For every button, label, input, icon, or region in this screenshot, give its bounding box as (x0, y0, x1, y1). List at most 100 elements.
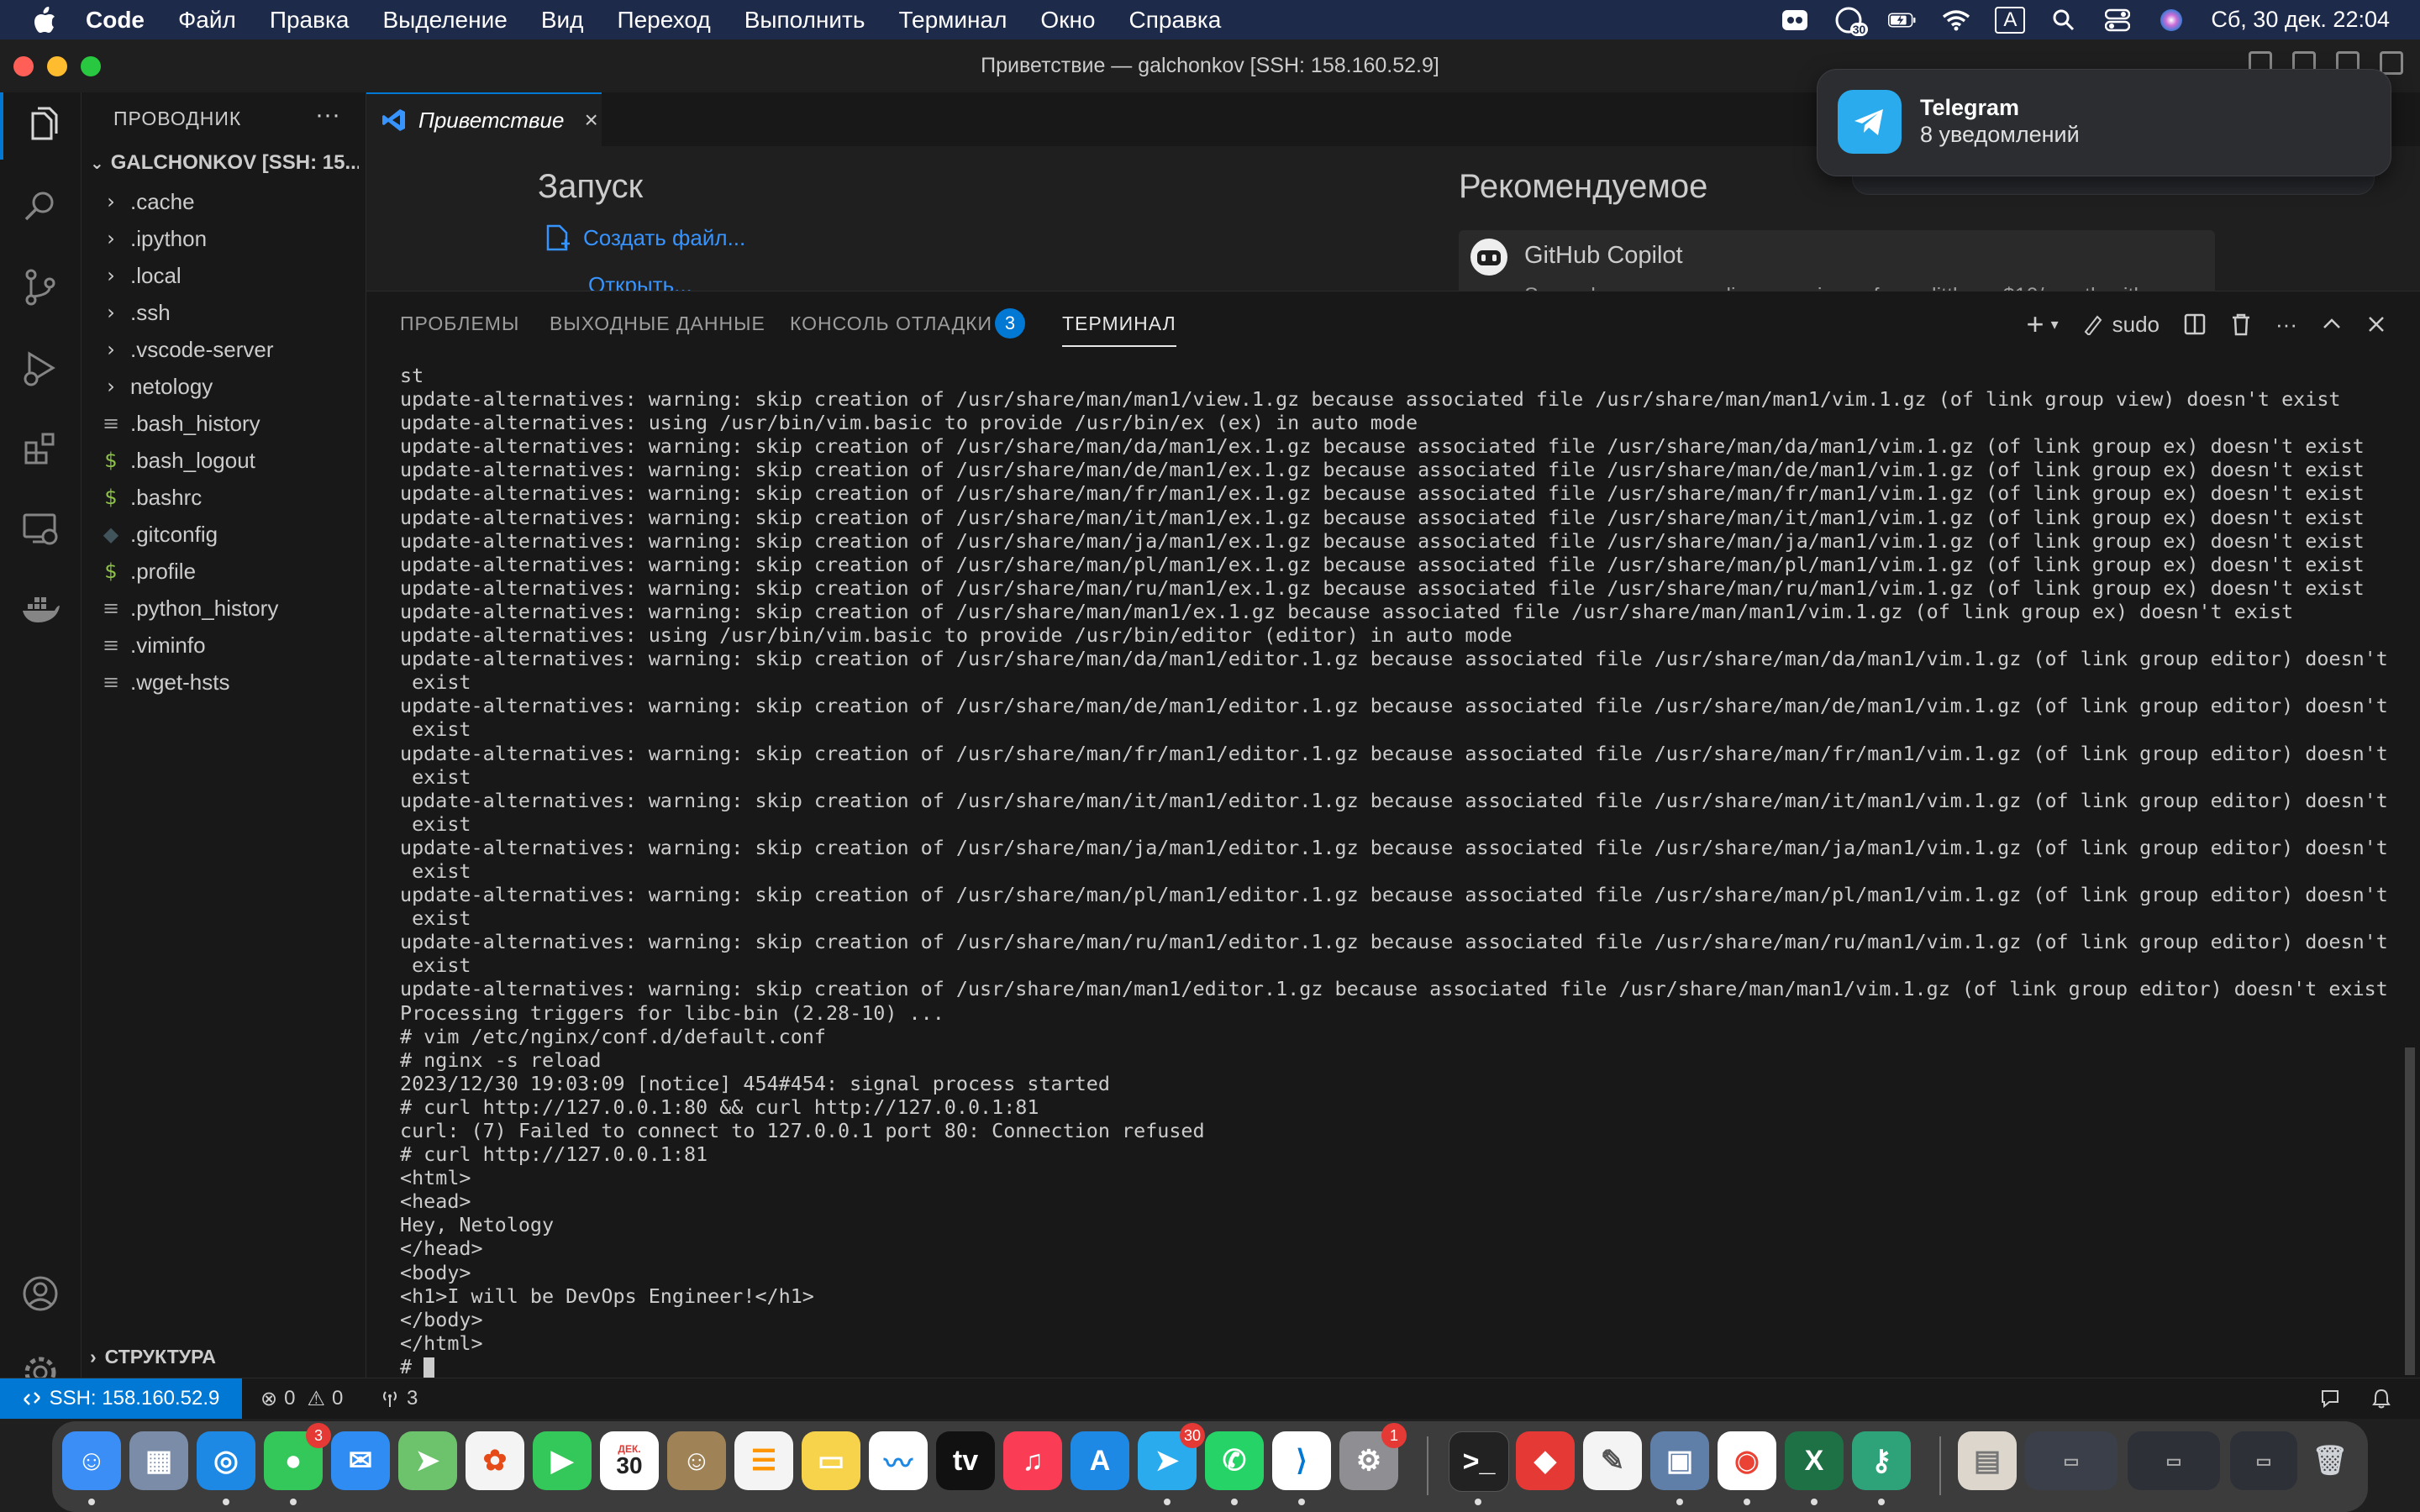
calendar-icon[interactable]: ДЕК. 30 (600, 1431, 659, 1490)
close-tab-icon[interactable]: × (584, 107, 597, 134)
tree-item-gitconfig[interactable]: ◆ .gitconfig (98, 516, 218, 553)
explorer-icon[interactable] (0, 92, 81, 160)
outline-section[interactable]: › СТРУКТУРА (90, 1346, 216, 1368)
telegram-notification[interactable]: Telegram 8 уведомлений (1817, 69, 2391, 176)
menu-file[interactable]: Файл (178, 7, 236, 34)
remote-indicator[interactable]: SSH: 158.160.52.9 (0, 1378, 242, 1419)
close-panel-icon[interactable] (2366, 314, 2386, 334)
tree-item-ipython[interactable]: › .ipython (98, 220, 207, 257)
siri-icon[interactable] (2157, 8, 2186, 33)
anydesk-icon[interactable]: ◆ (1516, 1431, 1575, 1490)
terminal-scrollbar[interactable] (2405, 1047, 2415, 1375)
whatsapp-icon[interactable]: ✆ (1205, 1431, 1264, 1490)
workspace-root[interactable]: ⌄ GALCHONKOV [SSH: 15... (90, 151, 359, 175)
search-icon[interactable] (0, 173, 81, 240)
tree-item-bash-history[interactable]: ≡ .bash_history (98, 405, 260, 442)
calendar-tray-icon[interactable]: 30 (1834, 7, 1869, 36)
tree-item-bash-logout[interactable]: $ .bash_logout (98, 442, 255, 479)
tab-welcome[interactable]: Приветствие × (366, 92, 602, 146)
run-and-debug-icon[interactable] (0, 334, 81, 402)
minimized-window-3[interactable]: ▭ (2230, 1431, 2297, 1490)
keyboard-layout-icon[interactable]: A (1995, 6, 2026, 34)
tab-debug-console[interactable]: КОНСОЛЬ ОТЛАДКИ (790, 312, 992, 335)
extensions-icon[interactable] (0, 415, 81, 482)
mail-icon[interactable]: ✉ (331, 1431, 390, 1490)
more-icon[interactable]: ··· (2275, 312, 2297, 338)
tree-item-local[interactable]: › .local (98, 257, 182, 294)
apple-logo-icon[interactable] (32, 6, 57, 34)
tree-item-vscode-server[interactable]: › .vscode-server (98, 331, 273, 368)
spotlight-search-icon[interactable] (2049, 8, 2078, 33)
feedback-icon[interactable] (2319, 1378, 2341, 1419)
tree-item-profile[interactable]: $ .profile (98, 553, 196, 590)
wifi-icon[interactable] (1942, 8, 1970, 33)
menu-window[interactable]: Окно (1040, 7, 1095, 34)
notifications-bell-icon[interactable] (2371, 1378, 2391, 1419)
menu-edit[interactable]: Правка (270, 7, 350, 34)
freeform-icon[interactable]: 〰 (869, 1431, 928, 1490)
downloads-stack-icon[interactable]: ▤ (1958, 1431, 2017, 1490)
split-terminal-icon[interactable] (2183, 312, 2207, 336)
datetime[interactable]: Сб, 30 дек. 22:04 (2211, 7, 2390, 33)
trash-bin-icon[interactable]: 🗑 (2301, 1431, 2360, 1490)
chrome-icon[interactable]: ◉ (1718, 1431, 1776, 1490)
maximize-panel-icon[interactable] (2321, 313, 2343, 335)
terminal-name[interactable]: sudo (2082, 312, 2160, 338)
tab-output[interactable]: ВЫХОДНЫЕ ДАННЫЕ (550, 312, 765, 335)
minimized-window-1[interactable]: ▭ (2025, 1431, 2118, 1490)
launchpad-icon[interactable]: ▦ (129, 1431, 188, 1490)
notes-icon[interactable]: ▭ (802, 1431, 860, 1490)
tree-item-ssh[interactable]: › .ssh (98, 294, 171, 331)
menu-terminal[interactable]: Терминал (898, 7, 1007, 34)
tree-item-viminfo[interactable]: ≡ .viminfo (98, 627, 206, 664)
textedit-icon[interactable]: ✎ (1583, 1431, 1642, 1490)
system-settings-icon[interactable]: ⚙ 1 (1339, 1423, 1407, 1490)
more-actions-icon[interactable]: ··· (315, 101, 340, 129)
telegram-dock-icon[interactable]: ➤ 30 (1138, 1423, 1205, 1490)
source-control-icon[interactable] (0, 254, 81, 321)
customize-layout-icon[interactable] (2380, 51, 2403, 75)
tree-item-netology[interactable]: › netology (98, 368, 213, 405)
apple-tv-icon[interactable]: tv (936, 1431, 995, 1490)
terminal-prompt-line[interactable]: # (400, 1355, 2417, 1378)
messages-icon[interactable]: ● 3 (264, 1423, 331, 1490)
tree-item-python-history[interactable]: ≡ .python_history (98, 590, 278, 627)
trash-icon[interactable] (2230, 312, 2252, 336)
photos-icon[interactable]: ✿ (466, 1431, 524, 1490)
excel-icon[interactable]: X (1785, 1431, 1844, 1490)
contacts-icon[interactable]: ☺ (667, 1431, 726, 1490)
accounts-icon[interactable] (0, 1260, 81, 1327)
tab-terminal[interactable]: ТЕРМИНАЛ (1062, 312, 1176, 347)
menu-selection[interactable]: Выделение (382, 7, 507, 34)
minimized-window-2[interactable]: ▭ (2128, 1431, 2220, 1490)
control-center-icon[interactable] (2103, 8, 2132, 33)
maps-icon[interactable]: ➤ (398, 1431, 457, 1490)
tree-item-cache[interactable]: › .cache (98, 183, 194, 220)
vscode-dock-icon[interactable]: ⟩ (1272, 1431, 1331, 1490)
menu-go[interactable]: Переход (617, 7, 710, 34)
problems-status[interactable]: ⊗ 0 ⚠ 0 (260, 1378, 343, 1419)
ports-status[interactable]: 3 (380, 1378, 418, 1419)
music-icon[interactable]: ♫ (1003, 1431, 1062, 1490)
preview-icon[interactable]: ▣ (1650, 1431, 1709, 1490)
finder-icon[interactable]: ☺ (62, 1431, 121, 1490)
create-file-link[interactable]: Создать файл... (543, 223, 745, 252)
tab-problems[interactable]: ПРОБЛЕМЫ (400, 312, 519, 335)
safari-icon[interactable]: ◎ (197, 1431, 255, 1490)
tree-item-bashrc[interactable]: $ .bashrc (98, 479, 202, 516)
app-store-icon[interactable]: A (1071, 1431, 1129, 1490)
docker-icon[interactable] (0, 576, 81, 643)
remote-explorer-icon[interactable] (0, 496, 81, 563)
menu-run[interactable]: Выполнить (744, 7, 865, 34)
chevron-down-icon[interactable]: ▾ (2051, 316, 2059, 333)
facetime-icon[interactable]: ▶ (533, 1431, 592, 1490)
tree-item-wget-hsts[interactable]: ≡ .wget-hsts (98, 664, 230, 701)
menu-view[interactable]: Вид (541, 7, 584, 34)
reminders-icon[interactable]: ☰ (734, 1431, 793, 1490)
menu-app-code[interactable]: Code (86, 7, 145, 34)
copilot-card[interactable]: GitHub Copilot Supercharge your coding e… (1459, 230, 2215, 291)
terminal-app-icon[interactable]: >_ (1449, 1431, 1509, 1492)
open-link[interactable]: Открыть... (588, 272, 692, 291)
vpn-key-icon[interactable]: ⚷ (1852, 1431, 1911, 1490)
battery-icon[interactable] (1888, 8, 1917, 33)
